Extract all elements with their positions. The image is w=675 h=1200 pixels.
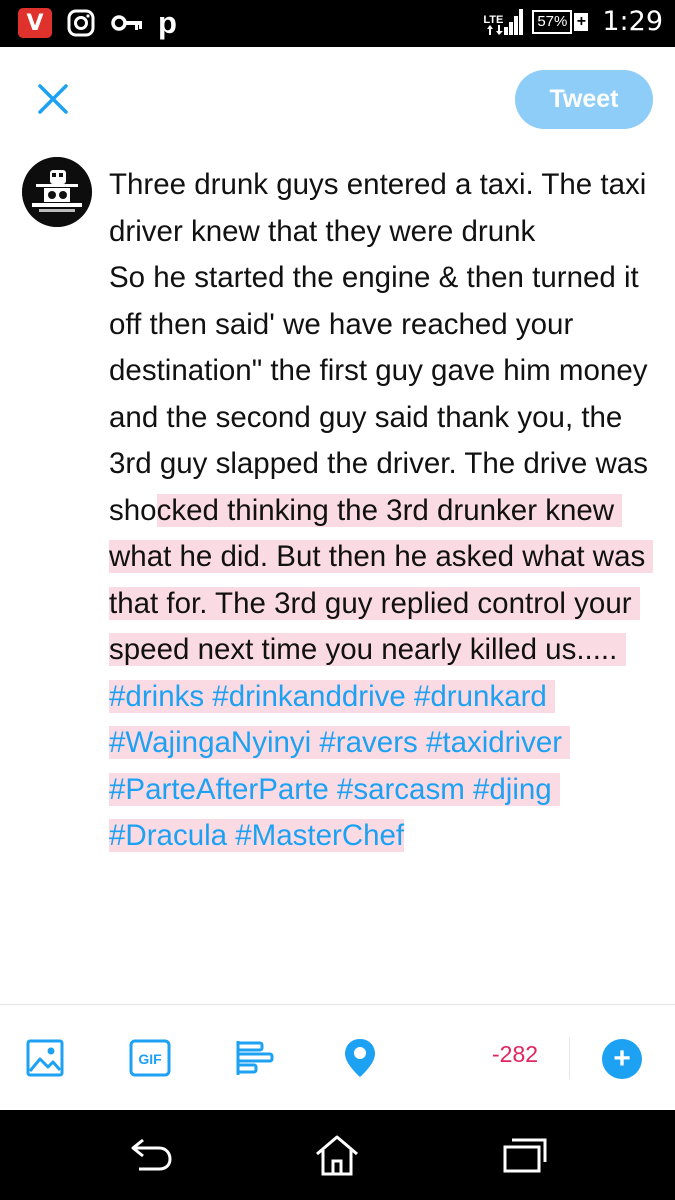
network-type: LTE	[483, 13, 504, 26]
system-status: LTE 57% + 1:29	[483, 6, 663, 37]
gif-icon[interactable]: GIF	[129, 1039, 171, 1077]
parking-icon: p	[158, 5, 177, 40]
home-icon[interactable]	[314, 1134, 360, 1178]
charging-indicator: +	[574, 12, 589, 31]
clock: 1:29	[602, 6, 663, 37]
poll-icon[interactable]	[235, 1040, 275, 1076]
tweet-compose-field[interactable]: Three drunk guys entered a taxi. The tax…	[109, 162, 654, 860]
signal-indicator: LTE	[483, 8, 524, 35]
tweet-text-within-limit: Three drunk guys entered a taxi. The tax…	[109, 168, 648, 527]
status-bar: V p LTE 57% + 1:29	[0, 0, 675, 47]
svg-text:GIF: GIF	[138, 1051, 162, 1067]
instagram-icon	[67, 9, 95, 37]
image-icon[interactable]	[26, 1039, 64, 1077]
toolbar-divider	[569, 1037, 570, 1079]
tweet-button[interactable]: Tweet	[515, 70, 653, 129]
hashtags[interactable]: #drinks #drinkanddrive #drunkard #Wajing…	[109, 680, 570, 853]
character-counter: -282	[492, 1041, 539, 1067]
add-tweet-button[interactable]: +	[602, 1039, 642, 1079]
vivaldi-icon: V	[18, 8, 52, 38]
avatar-image	[22, 157, 92, 227]
notification-icons: V p	[18, 5, 177, 40]
add-icon: +	[613, 1042, 631, 1075]
battery-icon: 57% +	[532, 9, 589, 34]
location-icon[interactable]	[343, 1037, 377, 1079]
tweet-text-over-limit: cked thinking the 3rd drunker knew what …	[109, 493, 654, 853]
close-icon[interactable]	[34, 80, 72, 118]
battery-level: 57%	[532, 9, 573, 34]
key-icon	[111, 15, 142, 31]
overflow-text: cked thinking the 3rd drunker knew what …	[109, 493, 654, 667]
navigation-bar	[0, 1110, 675, 1200]
data-arrows-icon	[487, 24, 504, 35]
signal-icon	[504, 8, 524, 35]
avatar[interactable]	[22, 157, 92, 227]
compose-toolbar	[0, 1004, 675, 1111]
back-icon[interactable]	[129, 1134, 175, 1174]
recents-icon[interactable]	[502, 1134, 548, 1174]
